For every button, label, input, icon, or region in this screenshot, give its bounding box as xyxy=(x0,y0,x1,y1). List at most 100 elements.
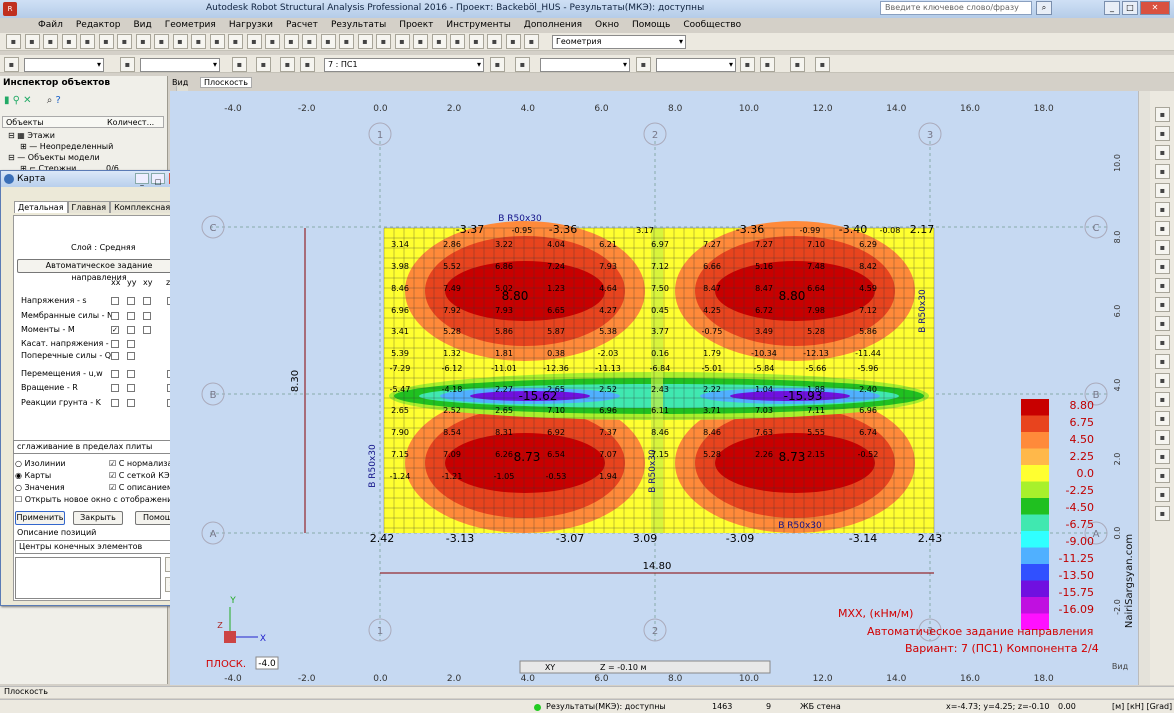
toolbar-icon[interactable]: ▪ xyxy=(280,57,295,72)
right-toolbar-icon[interactable]: ▪ xyxy=(1155,240,1170,255)
toolbar-icon[interactable]: ▪ xyxy=(300,57,315,72)
quantity-checkbox[interactable] xyxy=(127,312,135,320)
toolbar-icon[interactable]: ▪ xyxy=(98,34,114,49)
geometry-combo[interactable]: Геометрия xyxy=(552,35,686,49)
right-toolbar-icon[interactable]: ▪ xyxy=(1155,202,1170,217)
toolbar-icon[interactable]: ▪ xyxy=(6,34,21,49)
toolbar-icon[interactable]: ▪ xyxy=(376,34,391,49)
right-toolbar-icon[interactable]: ▪ xyxy=(1155,335,1170,350)
check-description[interactable]: ☑ С описанием xyxy=(109,483,173,492)
tree-floors[interactable]: ⊟ ▦ Этажи xyxy=(8,131,55,140)
toolbar-icon[interactable]: ▪ xyxy=(191,34,206,49)
quantity-checkbox[interactable] xyxy=(111,352,119,360)
toolbar-icon[interactable]: ▪ xyxy=(505,34,521,49)
toolbar-icon[interactable]: ▪ xyxy=(120,57,135,72)
toolbar-icon[interactable]: ▪ xyxy=(450,34,465,49)
toolbar-icon[interactable]: ▪ xyxy=(357,34,373,49)
tree-model-objects[interactable]: ⊟ — Объекты модели xyxy=(8,153,100,162)
toolbar-icon[interactable]: ▪ xyxy=(302,34,317,49)
menu-item-3[interactable]: Геометрия xyxy=(165,18,216,32)
toolbar-icon[interactable]: ▪ xyxy=(209,34,225,49)
auto-direction-button[interactable]: Автоматическое задание направления xyxy=(17,259,181,282)
toolbar-icon[interactable]: ▪ xyxy=(740,57,755,72)
viewport-scrollbar[interactable] xyxy=(1138,91,1150,685)
menu-item-1[interactable]: Редактор xyxy=(76,18,121,32)
toolbar-icon[interactable]: ▪ xyxy=(320,34,336,49)
right-toolbar-icon[interactable]: ▪ xyxy=(1155,145,1170,160)
toolbar-icon[interactable]: ▪ xyxy=(80,34,95,49)
toolbar-icon[interactable]: ▪ xyxy=(790,57,805,72)
toolbar-icon[interactable]: ▪ xyxy=(413,34,428,49)
right-toolbar-icon[interactable]: ▪ xyxy=(1155,164,1170,179)
toolbar-icon[interactable]: ▪ xyxy=(154,34,169,49)
right-toolbar-icon[interactable]: ▪ xyxy=(1155,278,1170,293)
quantity-checkbox[interactable] xyxy=(127,384,135,392)
view-combo[interactable] xyxy=(656,58,736,72)
maximize-button[interactable]: □ xyxy=(1122,1,1138,15)
toolbar-icon[interactable]: ▪ xyxy=(265,34,280,49)
toolbar-icon[interactable]: ▪ xyxy=(4,57,19,72)
quantity-checkbox[interactable] xyxy=(111,384,119,392)
menu-item-7[interactable]: Проект xyxy=(399,18,433,32)
toolbar-icon[interactable]: ▪ xyxy=(61,34,77,49)
toolbar-icon[interactable]: ▪ xyxy=(172,34,188,49)
quantity-checkbox[interactable] xyxy=(143,297,151,305)
toolbar-icon[interactable]: ▪ xyxy=(394,34,410,49)
dialog-minimize[interactable]: _ xyxy=(135,173,149,186)
right-toolbar-icon[interactable]: ▪ xyxy=(1155,449,1170,464)
toolbar-icon[interactable]: ▪ xyxy=(468,34,484,49)
right-toolbar-icon[interactable]: ▪ xyxy=(1155,107,1170,122)
quantity-checkbox[interactable] xyxy=(127,340,135,348)
toolbar-icon[interactable]: ▪ xyxy=(283,34,299,49)
tab-bottom-plane[interactable]: Плоскость xyxy=(4,687,48,696)
right-toolbar-icon[interactable]: ▪ xyxy=(1155,487,1170,502)
desc-list[interactable] xyxy=(15,557,161,599)
right-toolbar-icon[interactable]: ▪ xyxy=(1155,221,1170,236)
quantity-checkbox[interactable] xyxy=(111,399,119,407)
case-combo[interactable]: 7 : ПС1 xyxy=(324,58,484,72)
right-toolbar-icon[interactable]: ▪ xyxy=(1155,430,1170,445)
quantity-checkbox[interactable] xyxy=(127,326,135,334)
quantity-checkbox[interactable] xyxy=(111,312,119,320)
toolbar-icon[interactable]: ▪ xyxy=(246,34,262,49)
quantity-checkbox[interactable] xyxy=(143,312,151,320)
right-toolbar-icon[interactable]: ▪ xyxy=(1155,354,1170,369)
desc-combo[interactable]: Центры конечных элементов xyxy=(15,540,183,554)
tab-plane[interactable]: Плоскость xyxy=(200,77,252,88)
right-toolbar-icon[interactable]: ▪ xyxy=(1155,297,1170,312)
toolbar-icon[interactable]: ▪ xyxy=(232,57,247,72)
menu-item-8[interactable]: Инструменты xyxy=(446,18,510,32)
right-toolbar-icon[interactable]: ▪ xyxy=(1155,411,1170,426)
smoothing-combo[interactable]: сглаживание в пределах плиты xyxy=(13,440,183,454)
toolbar-icon[interactable]: ▪ xyxy=(515,57,530,72)
toolbar-icon[interactable]: ▪ xyxy=(24,34,40,49)
menu-item-10[interactable]: Окно xyxy=(595,18,619,32)
toolbar-icon[interactable]: ▪ xyxy=(228,34,243,49)
menu-item-2[interactable]: Вид xyxy=(133,18,151,32)
toolbar-icon[interactable]: ▪ xyxy=(117,34,132,49)
tree-undefined[interactable]: ⊞ — Неопределенный xyxy=(20,142,113,151)
load-combo[interactable] xyxy=(540,58,630,72)
menu-item-6[interactable]: Результаты xyxy=(331,18,386,32)
bar-combo[interactable] xyxy=(140,58,220,72)
menu-item-9[interactable]: Дополнения xyxy=(524,18,582,32)
quantity-checkbox[interactable] xyxy=(127,352,135,360)
tab-view[interactable]: Вид xyxy=(172,78,188,87)
apply-button[interactable]: Применить xyxy=(15,511,65,525)
toolbar-icon[interactable]: ▪ xyxy=(256,57,271,72)
menu-item-11[interactable]: Помощь xyxy=(632,18,670,32)
radio-isolines[interactable]: ○ Изолинии xyxy=(15,459,66,468)
search-input[interactable]: Введите ключевое слово/фразу xyxy=(880,1,1032,15)
toolbar-icon[interactable]: ▪ xyxy=(135,34,151,49)
close-dialog-button[interactable]: Закрыть xyxy=(73,511,123,525)
tab-detailed[interactable]: Детальная xyxy=(14,201,68,213)
right-toolbar-icon[interactable]: ▪ xyxy=(1155,373,1170,388)
right-toolbar-icon[interactable]: ▪ xyxy=(1155,183,1170,198)
right-toolbar-icon[interactable]: ▪ xyxy=(1155,126,1170,141)
toolbar-icon[interactable]: ▪ xyxy=(636,57,651,72)
right-toolbar-icon[interactable]: ▪ xyxy=(1155,259,1170,274)
right-toolbar-icon[interactable]: ▪ xyxy=(1155,506,1170,521)
node-combo[interactable] xyxy=(24,58,104,72)
tab-main[interactable]: Главная xyxy=(67,201,111,213)
toolbar-icon[interactable]: ▪ xyxy=(815,57,830,72)
